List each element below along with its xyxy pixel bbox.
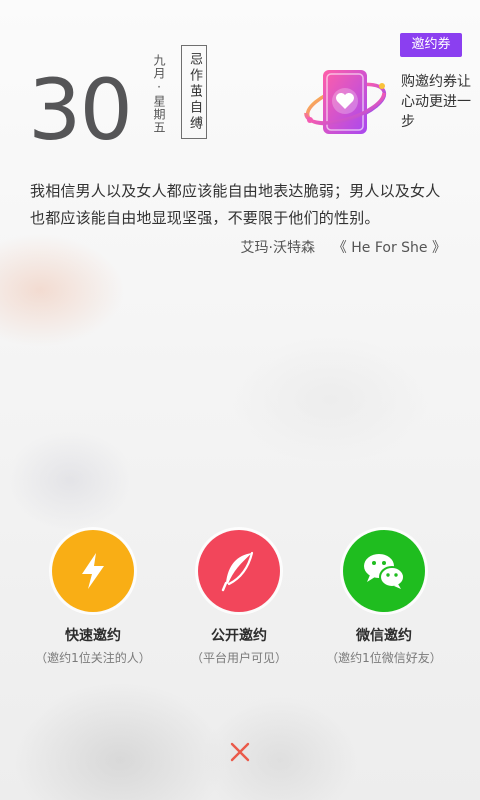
feather-icon: [221, 551, 254, 592]
coupon-description[interactable]: 购邀约券让心动更进一步: [401, 72, 471, 132]
lightning-icon: [82, 553, 104, 589]
quick-invite-circle[interactable]: [52, 530, 134, 612]
date-month-weekday: 九月·星期五: [152, 54, 166, 134]
close-icon: [230, 742, 250, 762]
quote-attribution: 艾玛·沃特森 《 He For She 》: [241, 238, 446, 258]
date-day: 30: [28, 61, 133, 159]
wechat-invite-button[interactable]: 微信邀约 （邀约1位微信好友）: [304, 530, 464, 666]
quick-invite-label: 快速邀约: [65, 628, 121, 644]
wechat-invite-circle[interactable]: [343, 530, 425, 612]
coupon-heart-card-icon[interactable]: [298, 64, 394, 140]
quick-invite-button[interactable]: 快速邀约 （邀约1位关注的人）: [13, 530, 173, 666]
quote-author: 艾玛·沃特森: [240, 240, 315, 256]
quote-source: 《 He For She 》: [332, 240, 446, 256]
public-invite-sub: （平台用户可见）: [190, 651, 287, 665]
wechat-invite-label: 微信邀约: [356, 628, 412, 644]
wechat-icon: [364, 554, 405, 589]
wechat-invite-sub: （邀约1位微信好友）: [326, 651, 442, 665]
quote-text: 我相信男人以及女人都应该能自由地表达脆弱；男人以及女人也都应该能自由地显现坚强，…: [30, 182, 441, 227]
public-invite-circle[interactable]: [198, 530, 280, 612]
coupon-badge[interactable]: 邀约券: [400, 33, 462, 57]
public-invite-label: 公开邀约: [211, 628, 267, 644]
almanac-box: 忌作茧自缚: [181, 45, 207, 139]
almanac-text: 忌作茧自缚: [187, 52, 202, 132]
close-button[interactable]: [222, 734, 258, 770]
invite-actions: 快速邀约 （邀约1位关注的人） 公开邀约 （平台用户可见） 微信邀约 （邀约1位…: [0, 530, 480, 680]
public-invite-button[interactable]: 公开邀约 （平台用户可见）: [159, 530, 319, 666]
quick-invite-sub: （邀约1位关注的人）: [35, 651, 151, 665]
